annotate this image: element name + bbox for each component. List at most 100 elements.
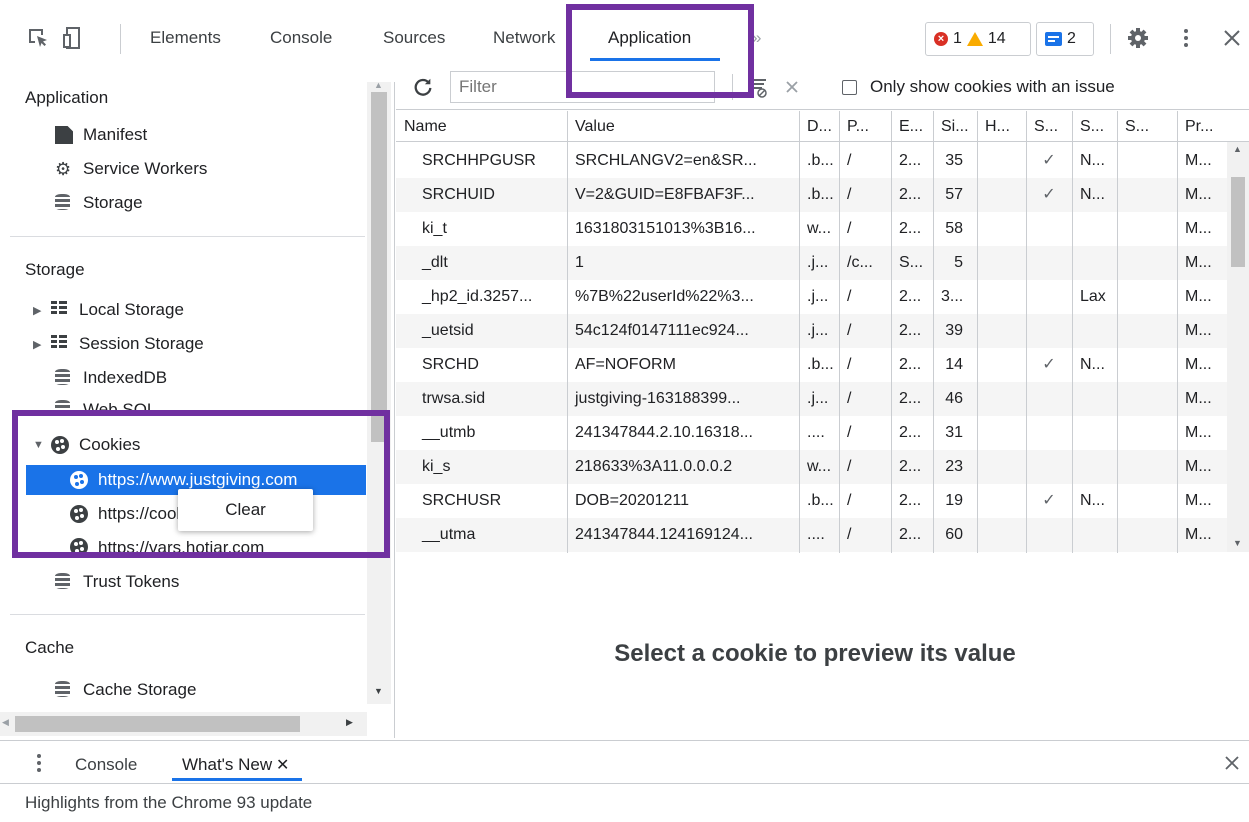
issues-counter[interactable]: × 1 14 [925, 22, 1031, 56]
close-devtools-icon[interactable] [1220, 26, 1244, 50]
table-row[interactable]: __utmb 241347844.2.10.16318....... / 2... 31… [396, 416, 1249, 450]
column-divider[interactable] [1072, 111, 1073, 553]
sidebar-horizontal-scrollbar[interactable]: ◀ ▶ [0, 712, 367, 736]
cookie-origin-item[interactable]: https://www.justgiving.com [70, 470, 297, 490]
table-cell: ✓ [1042, 152, 1056, 169]
drawer-tab-console[interactable]: Console [75, 755, 137, 775]
sidebar-item-service-workers[interactable]: ⚙ Service Workers [55, 159, 207, 179]
column-divider[interactable] [567, 111, 568, 553]
sidebar-item-web-sql[interactable]: Web SQL [55, 400, 156, 412]
expand-arrow-icon[interactable]: ▶ [33, 338, 47, 351]
table-row[interactable]: SRCHD AF=NOFORM .b.../2... 14 ✓ N... M... [396, 348, 1249, 382]
context-menu-clear[interactable]: Clear [178, 489, 313, 531]
column-header[interactable]: P... [839, 111, 891, 141]
tab-elements[interactable]: Elements [150, 28, 221, 48]
sidebar-hscroll-thumb[interactable] [15, 716, 300, 732]
table-row[interactable]: SRCHUSR DOB=20201211 .b.../2... 19 ✓ N... M... [396, 484, 1249, 518]
sidebar-item-label: Service Workers [83, 159, 208, 178]
sidebar-item-label: IndexedDB [83, 368, 168, 387]
close-tab-icon[interactable]: ✕ [276, 755, 289, 775]
table-cell [977, 212, 1026, 246]
table-scrollbar-thumb[interactable] [1231, 177, 1245, 267]
scroll-up-arrow-icon[interactable]: ▲ [374, 82, 383, 90]
sidebar-item-label: Storage [83, 193, 143, 212]
table-row[interactable]: _uetsid 54c124f0147111ec924... .j... / 2... 3… [396, 314, 1249, 348]
table-cell [1026, 450, 1072, 484]
column-header[interactable]: Name [396, 111, 567, 141]
table-row[interactable]: SRCHHPGUSR SRCHLANGV2=en&SR... .b... / 2... 3… [396, 144, 1249, 178]
table-row[interactable]: ki_s 218633%3A11.0.0.0.2 w.../2... 23 M... [396, 450, 1249, 484]
sidebar-item-local-storage[interactable]: ▶ Local Storage [33, 300, 184, 320]
column-header[interactable]: E... [891, 111, 933, 141]
sidebar-item-trust-tokens[interactable]: Trust Tokens [55, 572, 179, 592]
tab-network[interactable]: Network [493, 28, 565, 48]
table-cell: __utmb [422, 424, 476, 441]
scroll-right-arrow-icon[interactable]: ▶ [346, 717, 353, 728]
table-row[interactable]: _dlt 1 .j.../c... S... 5 M... [396, 246, 1249, 280]
table-cell: justgiving-163188399... [575, 390, 741, 407]
tab-console[interactable]: Console [270, 28, 332, 48]
column-header[interactable]: Si... [933, 111, 977, 141]
cookie-icon [51, 436, 69, 454]
tab-sources[interactable]: Sources [383, 28, 445, 48]
column-header[interactable]: S... [1072, 111, 1117, 141]
column-divider[interactable] [1026, 111, 1027, 553]
scroll-up-arrow-icon[interactable]: ▲ [1233, 144, 1242, 154]
column-divider[interactable] [977, 111, 978, 553]
table-row[interactable]: _hp2_id.3257... %7B%22userId%22%3... .j...… [396, 280, 1249, 314]
clear-filtered-icon[interactable] [748, 78, 768, 98]
column-header[interactable]: S... [1026, 111, 1072, 141]
sidebar-vertical-scrollbar[interactable]: ▲ ▼ [367, 82, 391, 704]
sidebar-item-indexeddb[interactable]: IndexedDB [55, 368, 167, 388]
device-toolbar-icon[interactable] [62, 26, 86, 50]
sidebar-item-session-storage[interactable]: ▶ Session Storage [33, 334, 204, 354]
column-divider[interactable] [799, 111, 800, 553]
messages-counter[interactable]: 2 [1036, 22, 1094, 56]
drawer-menu-icon[interactable] [36, 753, 42, 773]
column-header[interactable]: H... [977, 111, 1026, 141]
table-row[interactable]: trwsa.sid justgiving-163188399... .j... / 2.… [396, 382, 1249, 416]
table-cell [1026, 518, 1072, 552]
table-cell: .b... [807, 356, 834, 373]
column-divider[interactable] [839, 111, 840, 553]
table-scrollbar[interactable]: ▲ ▼ [1227, 142, 1249, 552]
sidebar-item-manifest[interactable]: Manifest [55, 125, 147, 145]
refresh-icon[interactable] [412, 76, 434, 98]
tab-application[interactable]: Application [608, 28, 691, 48]
column-divider[interactable] [891, 111, 892, 553]
sidebar-item-cache-storage[interactable]: Cache Storage [55, 680, 196, 700]
inspect-element-icon[interactable] [26, 26, 50, 50]
scroll-down-arrow-icon[interactable]: ▼ [1233, 538, 1242, 548]
table-cell: N... [1080, 356, 1105, 373]
issue-filter-checkbox[interactable] [842, 80, 857, 95]
delete-selected-icon[interactable] [782, 77, 802, 97]
table-cell: ki_t [422, 220, 447, 237]
close-drawer-icon[interactable] [1222, 753, 1242, 773]
more-tabs-icon[interactable]: » [752, 28, 761, 48]
sidebar-item-storage[interactable]: Storage [55, 193, 143, 213]
sidebar-item-cookie-origin[interactable]: https://vars.hotjar.com [70, 538, 264, 554]
settings-gear-icon[interactable] [1126, 26, 1150, 50]
table-row[interactable]: ki_t 1631803151013%3B16... w.../2... 58 M... [396, 212, 1249, 246]
kebab-menu-icon[interactable] [1174, 26, 1198, 50]
table-cell: AF=NOFORM [575, 356, 676, 373]
column-header[interactable]: Pr... [1177, 111, 1249, 141]
whats-new-headline[interactable]: Highlights from the Chrome 93 update [25, 793, 312, 813]
table-row[interactable]: SRCHUID V=2&GUID=E8FBAF3F... .b... / 2... 57 ✓… [396, 178, 1249, 212]
column-header[interactable]: S... [1117, 111, 1177, 141]
column-divider[interactable] [933, 111, 934, 553]
table-row[interactable]: __utma 241347844.124169124......./2... 60 M… [396, 518, 1249, 552]
filter-input[interactable] [450, 71, 715, 103]
column-divider[interactable] [1177, 111, 1178, 553]
collapse-arrow-icon[interactable]: ▼ [33, 439, 47, 451]
cookies-toolbar: Only show cookies with an issue [396, 70, 1249, 110]
column-header[interactable]: Value [567, 111, 799, 141]
sidebar-item-cookies[interactable]: ▼ Cookies [33, 435, 140, 455]
column-divider[interactable] [1117, 111, 1118, 553]
drawer-tab-whats-new[interactable]: What's New [182, 755, 272, 775]
expand-arrow-icon[interactable]: ▶ [33, 304, 47, 317]
scroll-left-arrow-icon[interactable]: ◀ [2, 717, 9, 728]
scroll-down-arrow-icon[interactable]: ▼ [374, 686, 383, 696]
sidebar-scrollbar-thumb[interactable] [371, 92, 387, 442]
column-header[interactable]: D... [799, 111, 839, 141]
